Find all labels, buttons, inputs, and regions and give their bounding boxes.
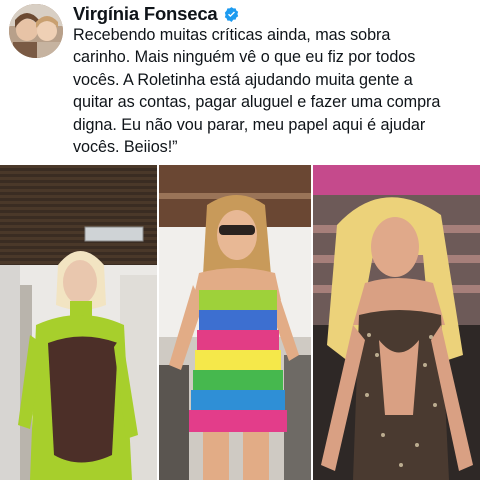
photo-3[interactable] <box>313 165 480 480</box>
author-header: Virgínia Fonseca <box>73 2 240 26</box>
tweet-text: Recebendo muitas críticas ainda, mas sob… <box>73 26 441 157</box>
photo-1[interactable] <box>0 165 157 480</box>
verified-badge-icon <box>224 6 238 22</box>
photo-grid <box>0 165 480 480</box>
author-avatar[interactable] <box>9 4 63 58</box>
photo-2[interactable] <box>159 165 311 480</box>
tweet-card: Virgínia Fonseca Recebendo muitas crític… <box>0 0 480 165</box>
author-name[interactable]: Virgínia Fonseca <box>73 3 218 25</box>
